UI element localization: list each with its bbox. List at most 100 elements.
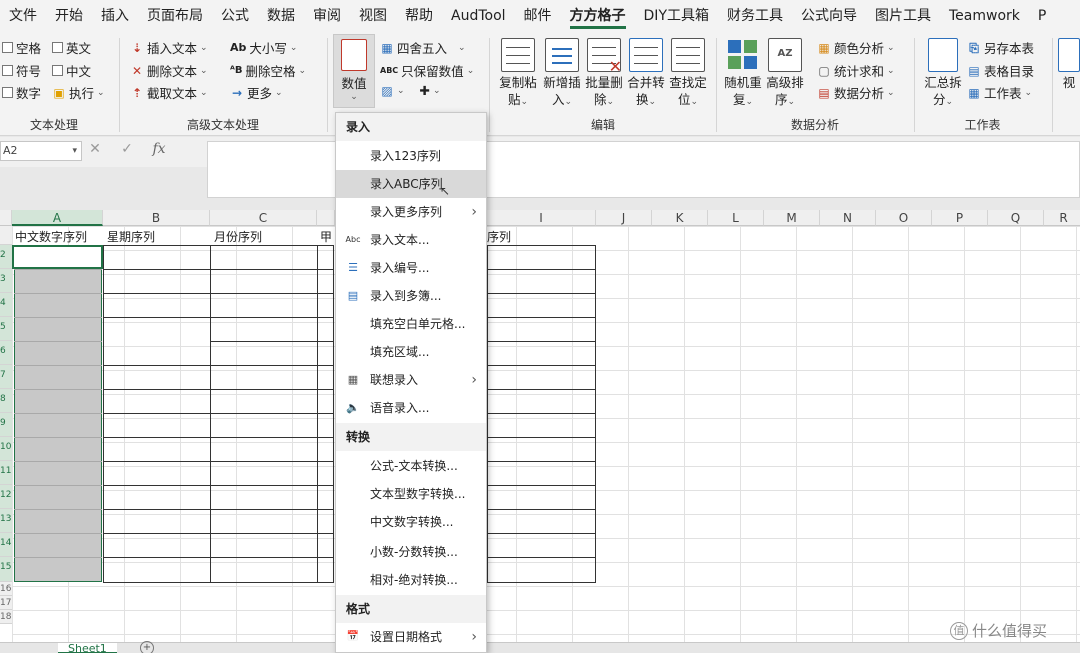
data-analysis-button[interactable]: ▤ 数据分析 ⌄ [817,83,894,102]
tab-mail[interactable]: 邮件 [515,0,561,32]
copy-paste-button[interactable]: 复制粘 贴⌄ [496,38,540,111]
row-header[interactable]: 12 [0,485,12,509]
sheet-tab-sheet1[interactable]: Sheet1 [58,643,117,653]
menu-item-chinese-number-convert[interactable]: 中文数字转换... [336,508,486,536]
view-button-partial[interactable]: 视 [1058,38,1080,91]
confirm-icon[interactable]: ✓ [120,141,134,157]
summary-split-button[interactable]: 汇总拆 分⌄ [921,38,965,111]
option-number[interactable]: 数字 [2,83,41,102]
cell-c1[interactable]: 月份序列 [211,227,262,247]
worksheet-grid[interactable]: A B C I J K L M N O P Q R 2 3 4 5 6 7 8 … [0,198,1080,642]
merge-convert-button[interactable]: 合并转 换⌄ [624,38,668,111]
menu-item-relative-absolute-convert[interactable]: 相对-绝对转换... [336,566,486,594]
row-header[interactable]: 13 [0,509,12,533]
column-header-i[interactable]: I [487,210,596,226]
column-header-l[interactable]: L [708,210,764,226]
column-header-b[interactable]: B [103,210,210,226]
row-header[interactable]: 16 [0,582,12,596]
find-locate-button[interactable]: 查找定 位⌄ [666,38,710,111]
row-header[interactable]: 3 [0,269,12,293]
execute-button[interactable]: ▣ 执行 ⌄ [52,83,104,102]
menu-item-input-more[interactable]: 录入更多序列 › [336,198,486,226]
tab-formulas[interactable]: 公式 [212,0,258,32]
color-analysis-button[interactable]: ▦ 颜色分析 ⌄ [817,38,894,57]
tab-review[interactable]: 审阅 [304,0,350,32]
tab-picture-tools[interactable]: 图片工具 [866,0,940,32]
option-space[interactable]: 空格 [2,38,41,57]
tab-page-layout[interactable]: 页面布局 [138,0,212,32]
option-english[interactable]: 英文 [52,38,91,57]
value-more-button[interactable]: ▨ ⌄ ✚ ⌄ [380,83,440,98]
row-header[interactable]: 18 [0,610,12,624]
tab-help[interactable]: 帮助 [396,0,442,32]
column-header-q[interactable]: Q [988,210,1044,226]
row-header[interactable]: 14 [0,533,12,557]
delete-space-button[interactable]: ᴬB 删除空格 ⌄ [230,61,306,80]
column-header-j[interactable]: J [596,210,652,226]
menu-item-input-number[interactable]: ☰ 录入编号... [336,254,486,282]
active-cell-a2[interactable] [12,245,103,269]
menu-item-fill-blank[interactable]: 填充空白单元格... [336,310,486,338]
row-header[interactable]: 2 [0,245,12,269]
option-chinese[interactable]: 中文 [52,61,91,80]
advanced-sort-button[interactable]: AZ 高级排 序⌄ [763,38,807,111]
column-header-d[interactable] [317,210,335,226]
table-index-button[interactable]: ▤ 表格目录 [967,61,1034,80]
menu-item-input-123[interactable]: 录入123序列 [336,142,486,170]
select-all-corner[interactable] [0,210,12,226]
row-header[interactable]: 7 [0,365,12,389]
tab-teamwork[interactable]: Teamwork [940,0,1029,32]
cell-i1[interactable]: 序列 [484,227,511,247]
stat-sum-button[interactable]: ▢ 统计求和 ⌄ [817,61,894,80]
keep-value-button[interactable]: ABC 只保留数值 ⌄ [380,61,474,80]
row-header[interactable]: 4 [0,293,12,317]
cell-b1[interactable]: 星期序列 [104,227,155,247]
new-insert-button[interactable]: 新增插 入⌄ [540,38,584,111]
menu-item-input-multi-book[interactable]: ▤ 录入到多簿... [336,282,486,310]
row-header[interactable]: 11 [0,461,12,485]
menu-item-input-abc[interactable]: 录入ABC序列 ↖ [336,170,486,198]
insert-function-icon[interactable]: fx [152,141,166,157]
worksheet-button[interactable]: ▦ 工作表 ⌄ [967,83,1032,102]
column-header-r[interactable]: R [1044,210,1080,226]
menu-item-voice-input[interactable]: 🔈 语音录入... [336,394,486,422]
cut-text-button[interactable]: ⇡ 截取文本 ⌄ [130,83,208,102]
column-header-o[interactable]: O [876,210,932,226]
row-header[interactable]: 5 [0,317,12,341]
menu-item-input-text[interactable]: Abc 录入文本... [336,226,486,254]
tab-formula-wizard[interactable]: 公式向导 [792,0,866,32]
more-button[interactable]: → 更多 ⌄ [230,83,283,102]
option-symbol[interactable]: 符号 [2,61,41,80]
insert-text-button[interactable]: ⇣ 插入文本 ⌄ [130,38,208,57]
menu-item-decimal-fraction-convert[interactable]: 小数-分数转换... [336,538,486,566]
random-repeat-button[interactable]: 随机重 复⌄ [721,38,765,111]
column-header-k[interactable]: K [652,210,708,226]
tab-home[interactable]: 开始 [46,0,92,32]
row-header[interactable]: 8 [0,389,12,413]
tab-p-partial[interactable]: P [1029,0,1055,32]
cell-a1[interactable]: 中文数字序列 [12,227,87,247]
row-header[interactable]: 10 [0,437,12,461]
column-header-a[interactable]: A [12,210,103,226]
tab-insert[interactable]: 插入 [92,0,138,32]
cell-d1[interactable]: 甲 [317,227,332,247]
tab-file[interactable]: 文件 [0,0,46,32]
tab-view[interactable]: 视图 [350,0,396,32]
tab-audtool[interactable]: AudTool [442,0,515,32]
menu-item-date-format[interactable]: 📅 设置日期格式 › [336,623,486,651]
row-header[interactable] [0,226,12,245]
column-header-c[interactable]: C [210,210,317,226]
add-sheet-icon[interactable]: + [140,641,154,653]
row-header[interactable]: 9 [0,413,12,437]
column-header-m[interactable]: M [764,210,820,226]
column-header-p[interactable]: P [932,210,988,226]
menu-item-formula-text-convert[interactable]: 公式-文本转换... [336,452,486,480]
value-dropdown-button[interactable]: 数值 ⌄ [333,34,375,108]
name-box[interactable]: A2 ▾ [0,141,82,161]
tab-diy-toolbox[interactable]: DIY工具箱 [635,0,718,32]
tab-finance-tools[interactable]: 财务工具 [718,0,792,32]
cancel-icon[interactable]: ✕ [88,141,102,157]
round-button[interactable]: ▦ 四舍五入 ⌄ [380,38,465,57]
row-header[interactable]: 6 [0,341,12,365]
delete-text-button[interactable]: ✕ 删除文本 ⌄ [130,61,208,80]
